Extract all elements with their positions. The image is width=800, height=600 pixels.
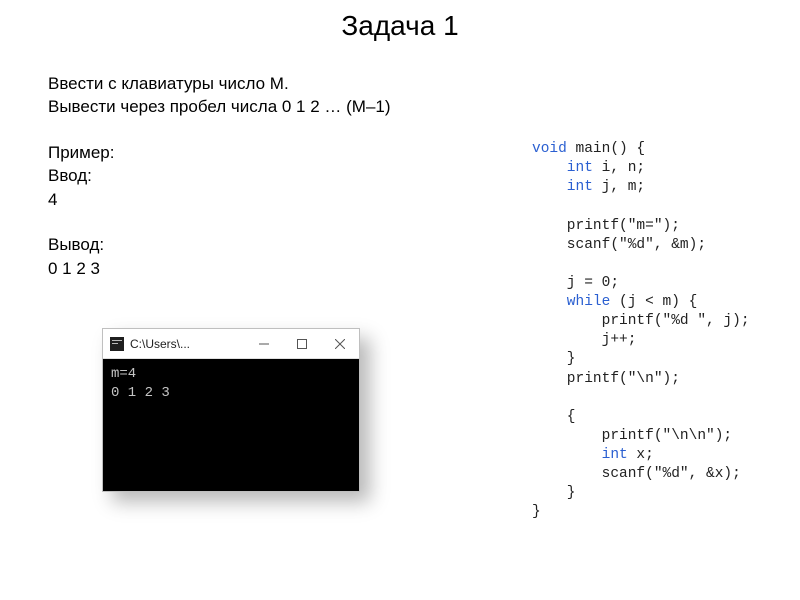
- code-text: printf("m=");: [532, 218, 680, 234]
- code-kw: int: [532, 179, 593, 195]
- problem-block: Ввести с клавиатуры число M. Вывести чер…: [48, 72, 468, 280]
- code-block: void main() { int i, n; int j, m; printf…: [532, 140, 750, 523]
- window-title: C:\Users\...: [130, 337, 190, 351]
- problem-line-2: Вывести через пробел числа 0 1 2 … (М–1): [48, 95, 468, 118]
- maximize-icon: [297, 339, 307, 349]
- code-text: }: [532, 485, 576, 501]
- code-text: main() {: [567, 141, 645, 157]
- code-kw: int: [532, 447, 628, 463]
- code-text: scanf("%d", &x);: [532, 466, 741, 482]
- minimize-button[interactable]: [245, 329, 283, 358]
- code-text: printf("\n");: [532, 371, 680, 387]
- maximize-button[interactable]: [283, 329, 321, 358]
- code-text: j, m;: [593, 179, 645, 195]
- output-label: Вывод:: [48, 233, 468, 256]
- page-title: Задача 1: [0, 0, 800, 42]
- code-text: j = 0;: [532, 275, 619, 291]
- input-value: 4: [48, 188, 468, 211]
- example-label: Пример:: [48, 141, 468, 164]
- input-label: Ввод:: [48, 164, 468, 187]
- code-text: j++;: [532, 332, 636, 348]
- problem-line-1: Ввести с клавиатуры число M.: [48, 72, 468, 95]
- console-output: m=4 0 1 2 3: [103, 359, 359, 491]
- code-text: (j < m) {: [610, 294, 697, 310]
- console-window: C:\Users\... m=4 0 1 2 3: [102, 328, 360, 492]
- close-button[interactable]: [321, 329, 359, 358]
- code-text: i, n;: [593, 160, 645, 176]
- code-text: printf("%d ", j);: [532, 313, 750, 329]
- code-kw: void: [532, 141, 567, 157]
- code-text: printf("\n\n");: [532, 428, 732, 444]
- code-kw: while: [532, 294, 610, 310]
- app-icon: [110, 337, 124, 351]
- output-value: 0 1 2 3: [48, 257, 468, 280]
- code-text: scanf("%d", &m);: [532, 237, 706, 253]
- code-text: x;: [628, 447, 654, 463]
- titlebar: C:\Users\...: [103, 329, 359, 359]
- code-kw: int: [532, 160, 593, 176]
- close-icon: [335, 339, 345, 349]
- minimize-icon: [259, 339, 269, 349]
- code-text: {: [532, 409, 576, 425]
- code-text: }: [532, 351, 576, 367]
- code-text: }: [532, 504, 541, 520]
